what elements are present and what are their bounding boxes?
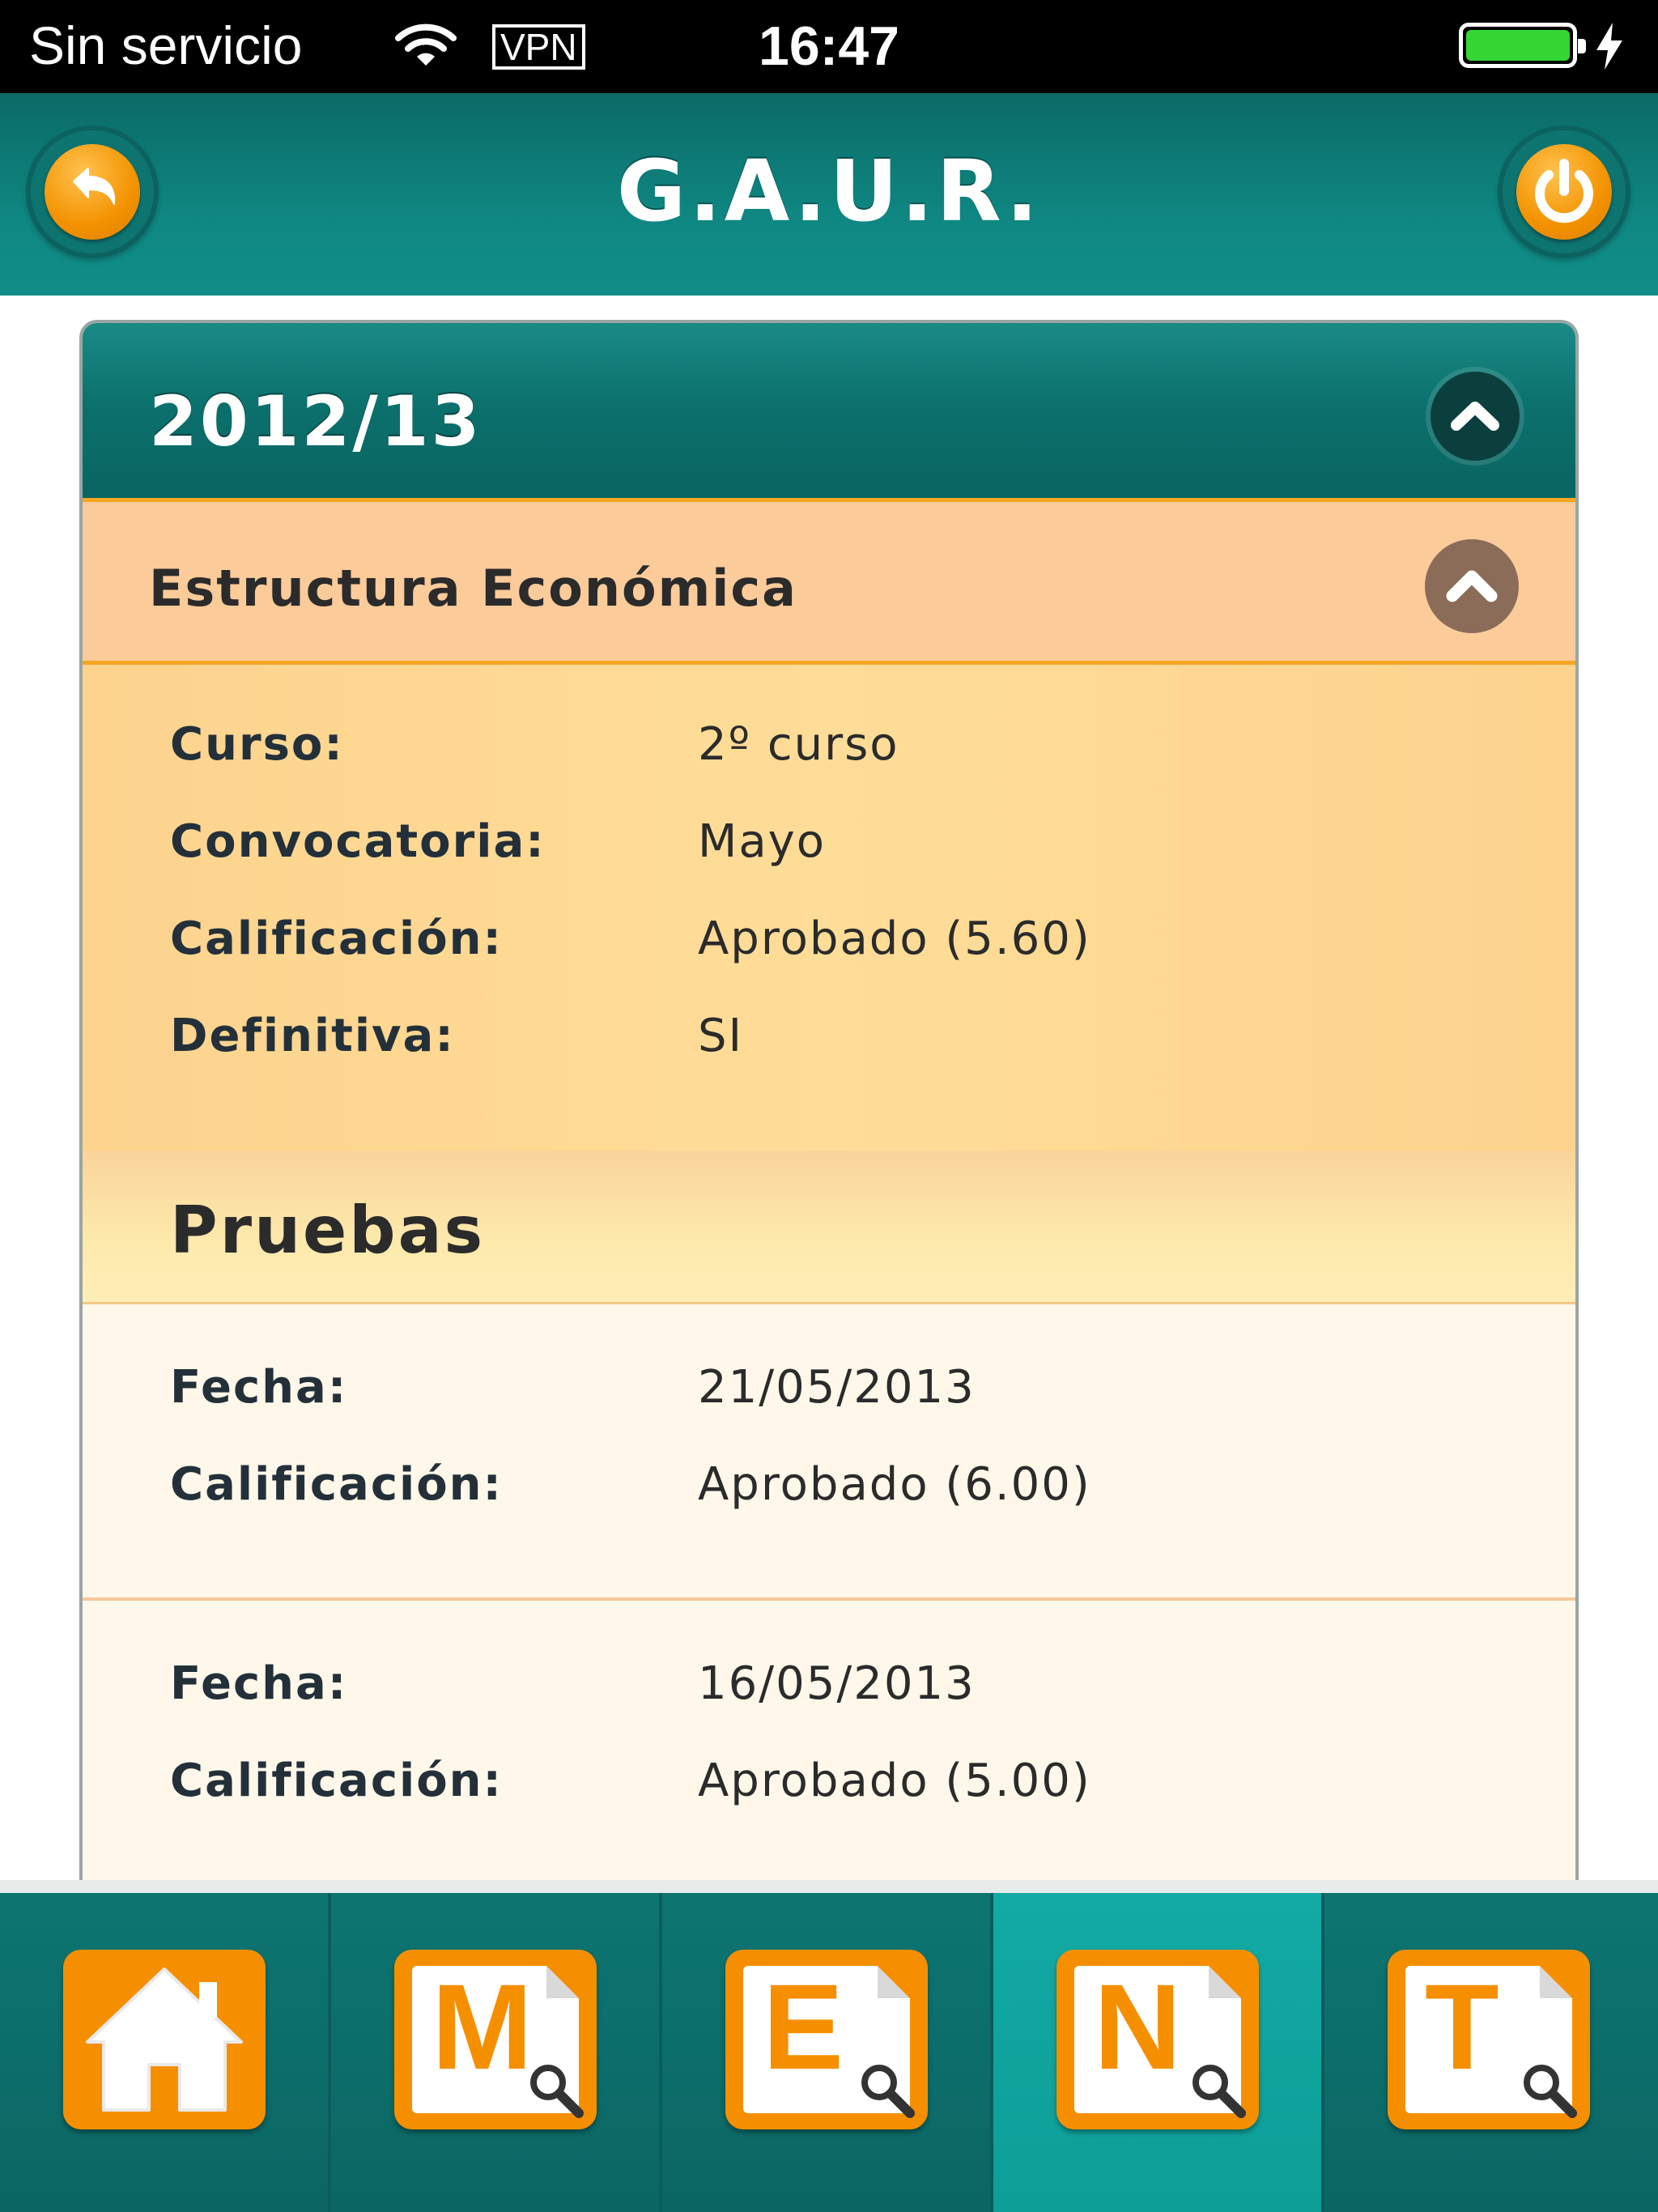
status-bar: Sin servicio VPN 16:47 [0,0,1658,93]
test-item: Fecha: 21/05/2013 Calificación: Aprobado… [83,1304,1575,1601]
home-icon [63,1950,266,2129]
subject-details: Curso: 2º curso Convocatoria: Mayo Calif… [83,665,1575,1151]
tab-home[interactable] [0,1893,331,2212]
collapse-subject-button[interactable] [1425,539,1519,633]
detail-label: Convocatoria: [170,815,546,868]
collapse-year-button[interactable] [1431,372,1520,461]
subject-header[interactable]: Estructura Económica [83,498,1575,665]
tab-e[interactable]: E [662,1893,993,2212]
detail-label: Calificación: [170,912,503,965]
detail-label: Definitiva: [170,1010,455,1062]
chevron-up-icon [1446,570,1498,602]
test-date: 16/05/2013 [698,1657,976,1710]
test-date-label: Fecha: [170,1361,348,1414]
test-grade-label: Calificación: [170,1755,503,1807]
detail-value: 2º curso [698,718,899,771]
year-header[interactable]: 2012/13 [83,323,1575,501]
grades-panel: 2012/13 Estructura Económica Curso: 2º c… [79,320,1579,1899]
tab-letter: M [432,1959,533,2095]
subject-title: Estructura Económica [149,559,798,618]
tab-bar: M E N T [0,1880,1658,2212]
clock: 16:47 [759,15,899,77]
charging-bolt-icon [1596,23,1622,70]
pruebas-header: Pruebas [83,1151,1575,1304]
document-search-icon: T [1388,1950,1590,2129]
test-grade: Aprobado (6.00) [698,1458,1091,1511]
tab-m[interactable]: M [331,1893,662,2212]
pruebas-title: Pruebas [170,1193,486,1268]
detail-value: Mayo [698,815,827,868]
tab-letter: E [763,1959,844,2095]
app-title: G.A.U.R. [616,142,1042,240]
document-search-icon: N [1056,1950,1259,2129]
power-icon [1535,159,1593,223]
tab-letter: N [1094,1959,1182,2095]
nav-bar: G.A.U.R. [0,93,1658,296]
test-item: Fecha: 16/05/2013 Calificación: Aprobado… [83,1601,1575,1899]
tab-t[interactable]: T [1324,1893,1658,2212]
detail-label: Curso: [170,718,344,771]
year-title: 2012/13 [149,381,483,462]
tab-n[interactable]: N [993,1893,1324,2212]
detail-value: SI [698,1010,744,1062]
power-button[interactable] [1498,125,1630,258]
battery-fill [1466,30,1570,61]
test-grade-label: Calificación: [170,1458,503,1511]
document-search-icon: E [725,1950,928,2129]
test-grade: Aprobado (5.00) [698,1755,1091,1807]
chevron-up-icon [1451,402,1499,431]
test-date-label: Fecha: [170,1657,348,1710]
document-search-icon: M [394,1950,597,2129]
detail-value: Aprobado (5.60) [698,912,1091,965]
test-date: 21/05/2013 [698,1361,976,1414]
tab-letter: T [1425,1959,1499,2095]
battery-icon [1459,23,1586,68]
